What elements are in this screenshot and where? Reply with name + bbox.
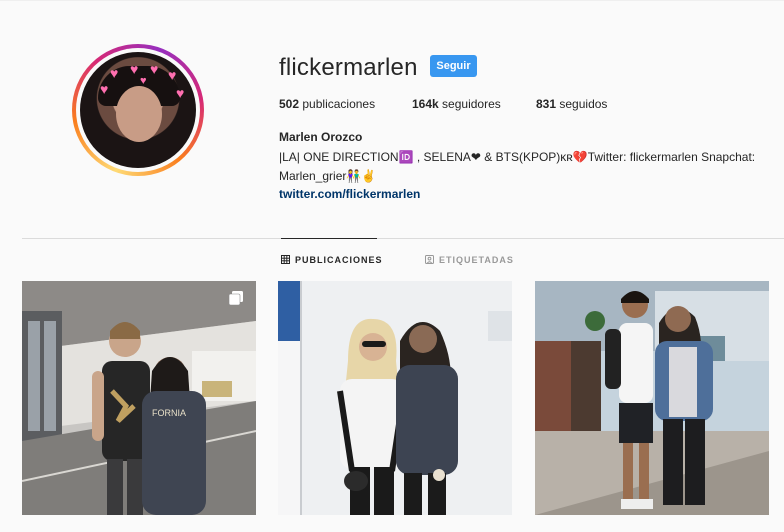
avatar-photo: ♥ ♥ ♥ ♥ ♥ ♥ ♥ (80, 52, 196, 168)
tag-icon (425, 255, 434, 266)
post-image (278, 281, 512, 515)
post-thumbnail[interactable] (278, 281, 512, 515)
heart-sticker-icon: ♥ (176, 85, 185, 101)
tabs-divider (22, 238, 784, 239)
followers-label: seguidores (442, 97, 501, 111)
tab-label: PUBLICACIONES (295, 255, 383, 265)
tab-label: ETIQUETADAS (439, 255, 514, 265)
posts-count: 502 (279, 97, 300, 111)
post-image (535, 281, 769, 515)
posts-stat: 502 publicaciones (279, 97, 375, 111)
top-border (0, 0, 784, 1)
following-count: 831 (536, 97, 557, 111)
follow-button[interactable]: Seguir (430, 55, 477, 77)
heart-sticker-icon: ♥ (168, 67, 177, 83)
profile-bio: |LA| ONE DIRECTION🆔 , SELENA❤ & BTS(KPOP… (279, 148, 779, 186)
post-thumbnail[interactable]: FORNIA (22, 281, 256, 515)
profile-full-name: Marlen Orozco (279, 130, 363, 144)
profile-website-link[interactable]: twitter.com/flickermarlen (279, 187, 420, 201)
following-label: seguidos (559, 97, 608, 111)
heart-sticker-icon: ♥ (100, 81, 109, 97)
posts-label: publicaciones (302, 97, 376, 111)
following-stat[interactable]: 831 seguidos (536, 97, 607, 111)
heart-sticker-icon: ♥ (110, 65, 119, 81)
post-image: FORNIA (22, 281, 256, 515)
multiple-photos-icon (228, 290, 244, 306)
post-thumbnail[interactable] (535, 281, 769, 515)
heart-sticker-icon: ♥ (150, 61, 159, 77)
svg-text:FORNIA: FORNIA (152, 408, 186, 418)
tab-publicaciones[interactable]: PUBLICACIONES (281, 255, 383, 266)
tab-etiquetadas[interactable]: ETIQUETADAS (425, 255, 514, 266)
bio-line: |LA| ONE DIRECTION🆔 , SELENA❤ & BTS(KPOP… (279, 150, 756, 164)
bio-line: Marlen_grier👫✌ (279, 169, 377, 183)
grid-icon (281, 255, 290, 266)
heart-sticker-icon: ♥ (140, 75, 147, 87)
profile-username: flickermarlen (279, 54, 418, 81)
active-tab-indicator (281, 238, 377, 239)
profile-avatar[interactable]: ♥ ♥ ♥ ♥ ♥ ♥ ♥ (72, 44, 204, 176)
heart-sticker-icon: ♥ (130, 61, 139, 77)
followers-stat[interactable]: 164k seguidores (412, 97, 501, 111)
followers-count: 164k (412, 97, 439, 111)
